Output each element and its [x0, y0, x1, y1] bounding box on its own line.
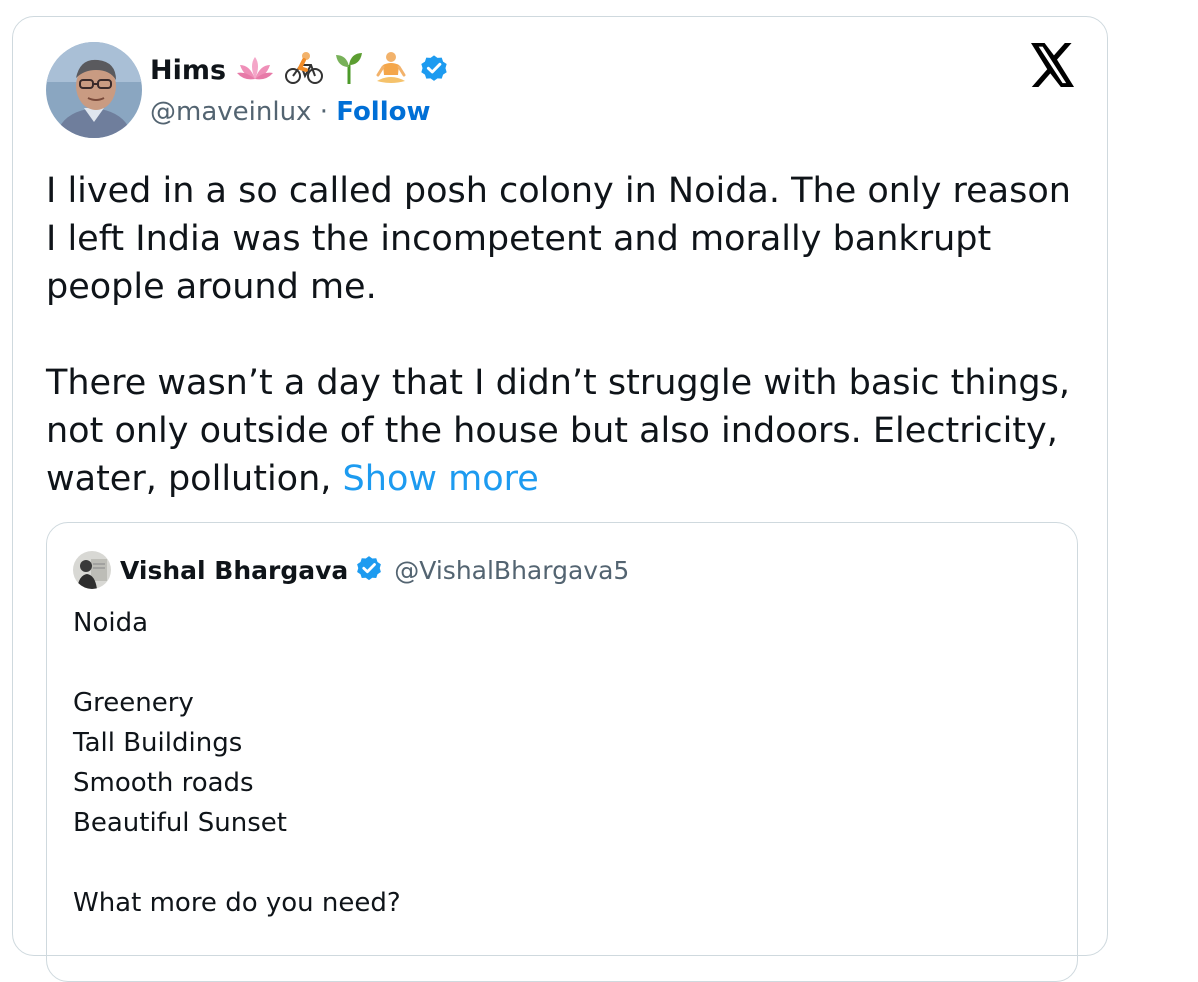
quoted-author-name: Vishal Bhargava	[120, 555, 349, 585]
tweet-paragraph: I lived in a so called posh colony in No…	[46, 171, 1071, 307]
verified-badge-icon	[354, 553, 384, 587]
quoted-line	[73, 843, 401, 883]
author-name[interactable]: Hims	[150, 55, 226, 86]
quoted-line: What more do you need?	[73, 888, 401, 918]
cyclist-emoji	[284, 51, 324, 89]
quoted-line: Beautiful Sunset	[73, 808, 287, 838]
tweet-paragraph-text: There wasn’t a day that I didn’t struggl…	[46, 363, 1070, 499]
meditation-emoji	[374, 51, 408, 89]
quoted-tweet[interactable]: Vishal Bhargava @VishalBhargava5 Noida G…	[46, 522, 1078, 982]
author-handle-row: @maveinlux · Follow	[150, 97, 431, 127]
seedling-emoji	[334, 51, 364, 89]
lotus-emoji	[236, 53, 274, 87]
quoted-line: Greenery	[73, 688, 194, 718]
quoted-line	[73, 643, 401, 683]
separator-dot: ·	[319, 97, 328, 127]
author-name-row: Hims	[150, 51, 450, 89]
quoted-author-avatar	[73, 551, 111, 589]
quoted-line: Noida	[73, 608, 149, 638]
tweet-paragraph: There wasn’t a day that I didn’t struggl…	[46, 359, 1091, 503]
follow-button[interactable]: Follow	[336, 97, 430, 127]
quoted-line: Smooth roads	[73, 768, 254, 798]
verified-badge-icon	[418, 52, 450, 88]
quoted-text: Noida Greenery Tall Buildings Smooth roa…	[73, 603, 401, 923]
author-handle[interactable]: @maveinlux	[150, 97, 311, 127]
x-logo-icon[interactable]	[1030, 43, 1076, 87]
show-more-link[interactable]: Show more	[343, 459, 539, 499]
quoted-header: Vishal Bhargava @VishalBhargava5	[120, 553, 629, 587]
quoted-line: Tall Buildings	[73, 728, 243, 758]
embedded-tweet-card[interactable]: Hims @maveinlux · Follow I lived in a so…	[12, 16, 1108, 982]
author-avatar[interactable]	[46, 42, 142, 138]
quoted-author-handle: @VishalBhargava5	[394, 555, 630, 585]
tweet-text: I lived in a so called posh colony in No…	[46, 167, 1091, 503]
